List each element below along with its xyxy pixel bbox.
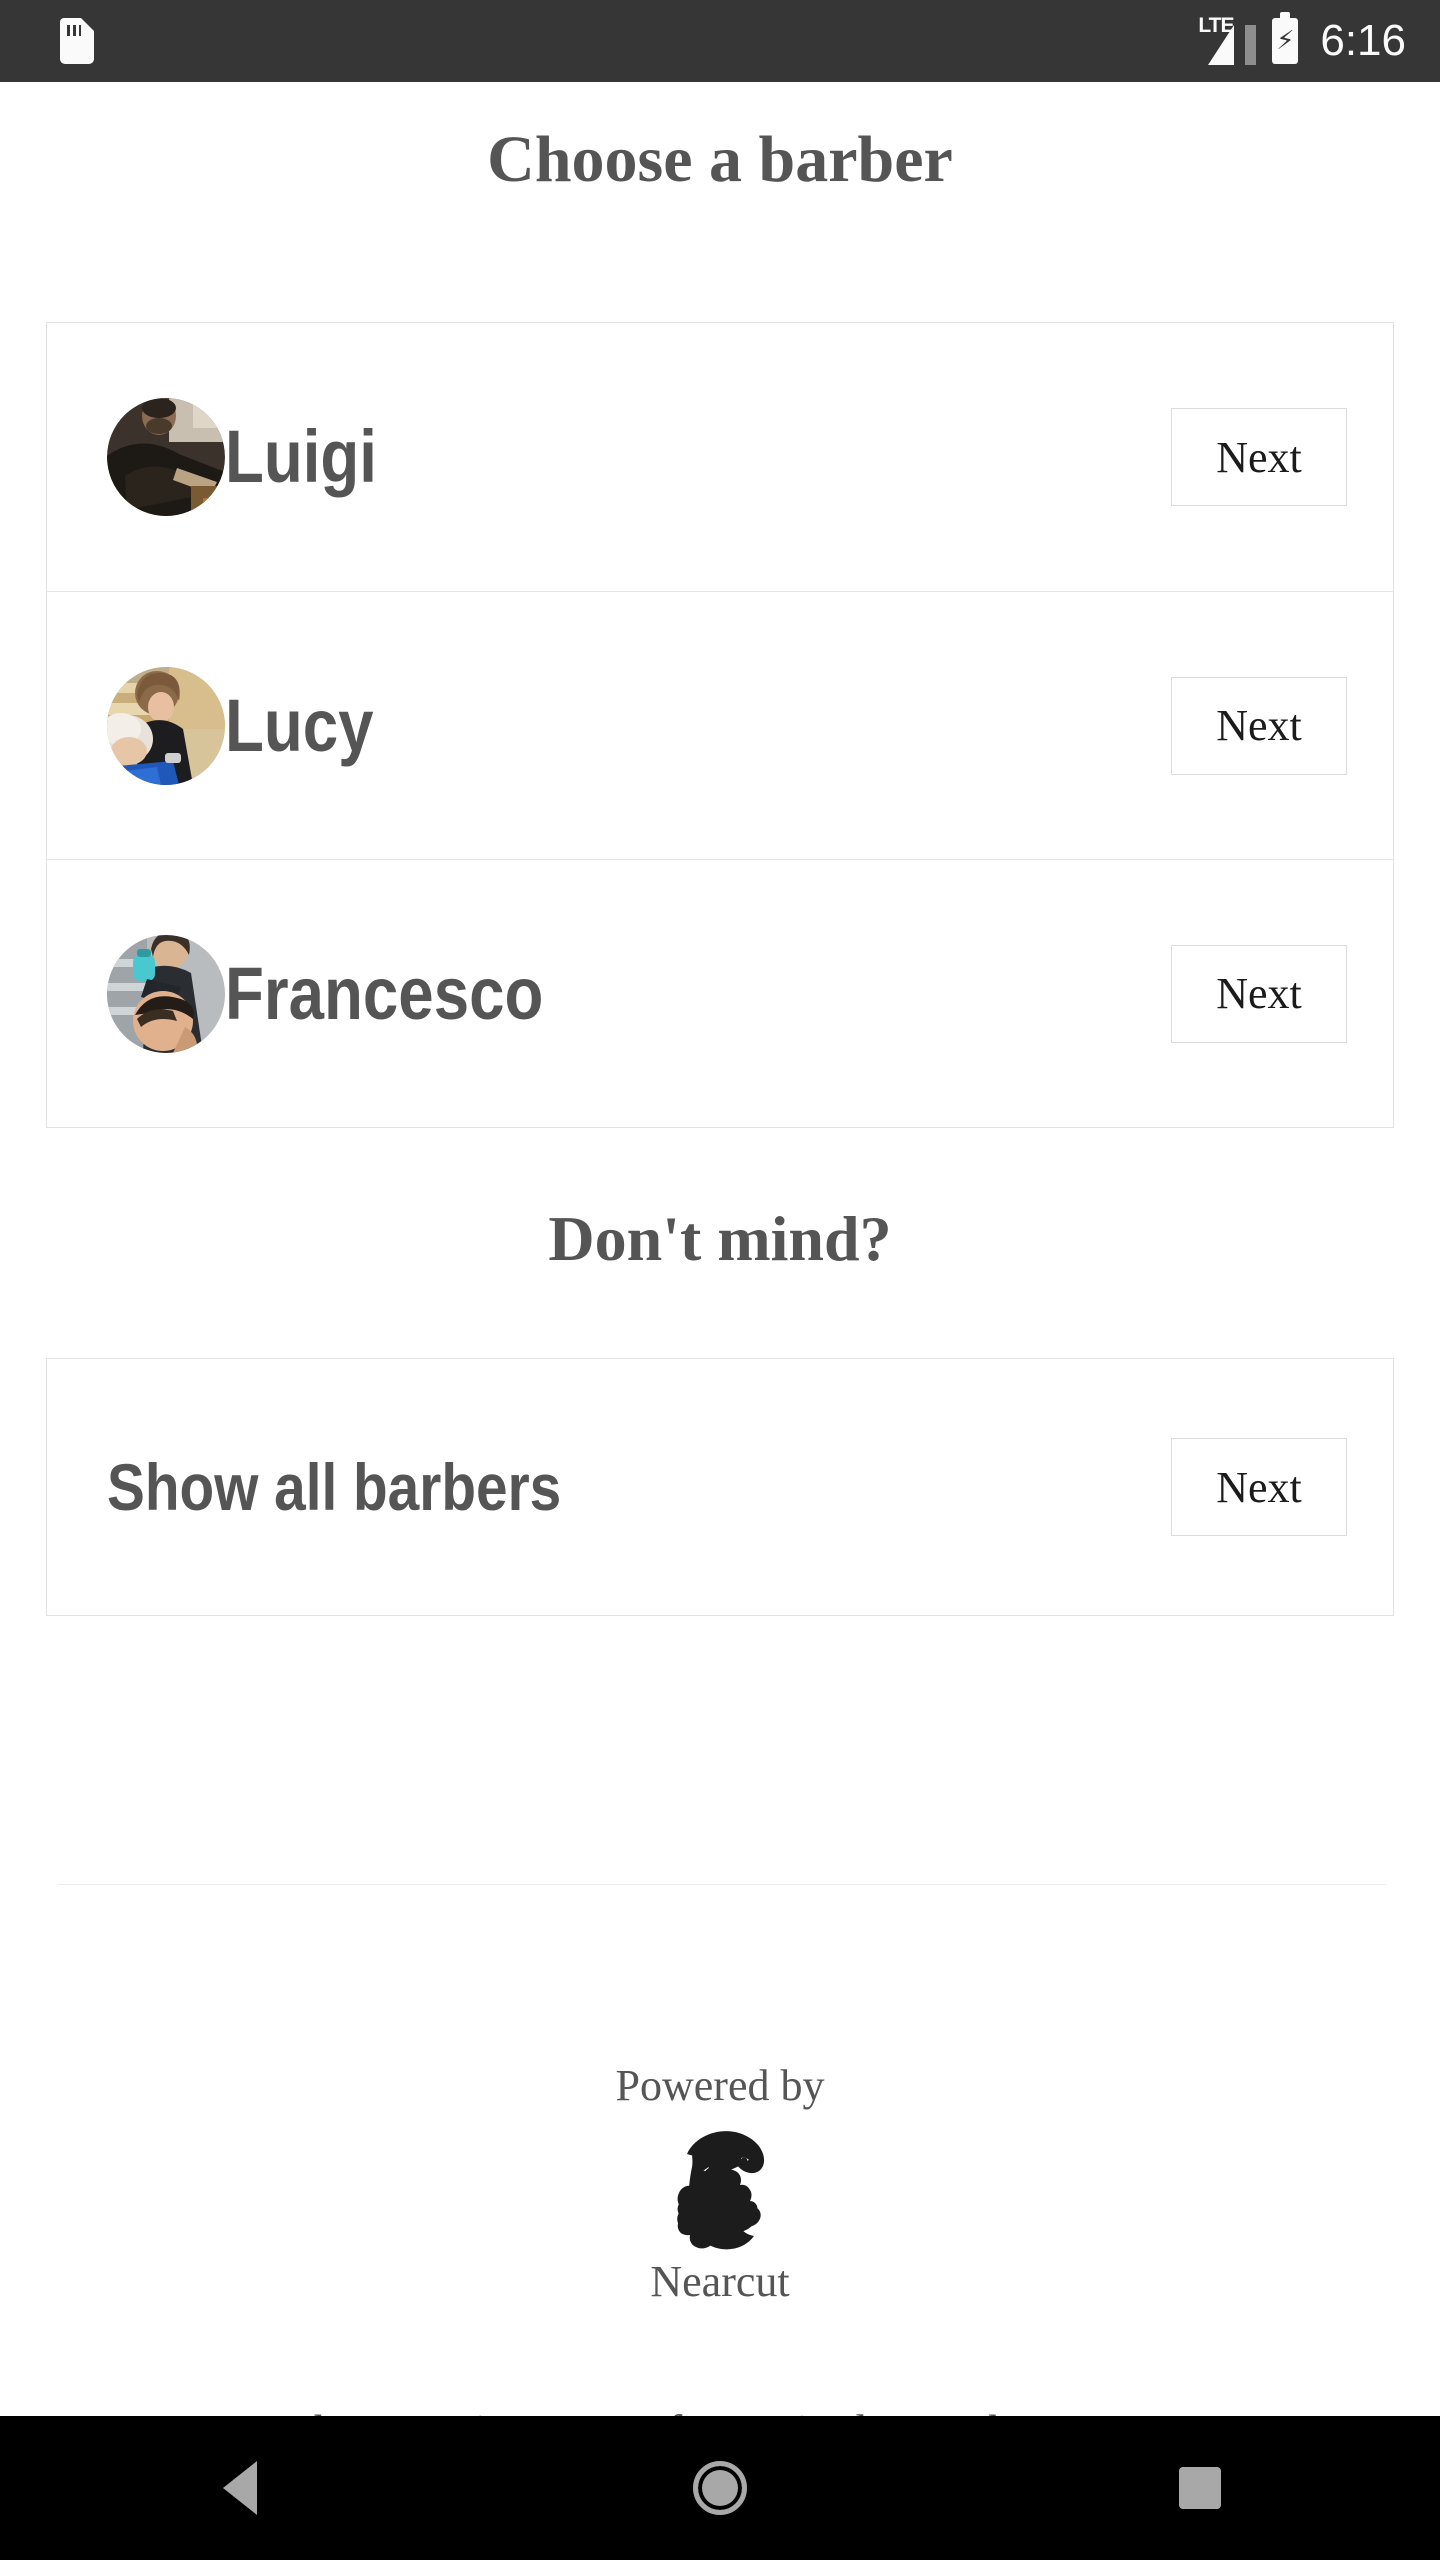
app-root: LTE ⚡ 6:16 Choose a barber Luigi Next Lu… (0, 0, 1440, 2560)
barber-row-luigi[interactable]: Luigi Next (47, 323, 1393, 591)
barber-row-lucy[interactable]: Lucy Next (47, 591, 1393, 859)
barber-name-luigi: Luigi (225, 415, 377, 498)
lte-signal-icon: LTE (1198, 15, 1257, 65)
footer: Powered by Nearcut (0, 2061, 1440, 2307)
next-button-show-all[interactable]: Next (1171, 1438, 1347, 1536)
barber-list-card: Luigi Next Lucy Next Francesco Next (46, 322, 1394, 1128)
page-content: Choose a barber Luigi Next Lucy Next Fra… (0, 82, 1440, 2456)
dont-mind-subtitle: Don't mind? (548, 1203, 892, 1274)
charging-bolt-icon: ⚡ (1276, 26, 1295, 56)
next-button-luigi[interactable]: Next (1171, 408, 1347, 506)
status-bar-left (60, 18, 94, 64)
page-title: Choose a barber (487, 123, 953, 196)
nearcut-brand-name: Nearcut (650, 2257, 790, 2307)
barber-avatar-francesco (107, 934, 225, 1053)
barber-name-lucy: Lucy (225, 683, 374, 767)
show-all-barbers-row[interactable]: Show all barbers Next (47, 1359, 1393, 1615)
next-button-francesco[interactable]: Next (1171, 944, 1347, 1043)
signal-bar-dim (1245, 25, 1257, 65)
sd-card-icon (60, 18, 94, 64)
show-all-barbers-label: Show all barbers (107, 1450, 562, 1524)
nav-home-button[interactable] (630, 2416, 810, 2560)
barber-avatar-luigi (107, 398, 225, 516)
bearded-man-profile-logo-icon (645, 2124, 795, 2252)
home-circle-icon (693, 2461, 747, 2515)
status-bar-clock: 6:16 (1320, 16, 1406, 65)
barber-avatar-lucy (107, 666, 225, 785)
barber-row-francesco[interactable]: Francesco Next (47, 859, 1393, 1127)
android-navigation-bar (0, 2416, 1440, 2560)
signal-bar-full (1208, 25, 1235, 65)
nav-recents-button[interactable] (1110, 2416, 1290, 2560)
show-all-barbers-card: Show all barbers Next (46, 1358, 1394, 1616)
powered-by-label: Powered by (615, 2061, 825, 2110)
status-bar: LTE ⚡ 6:16 (0, 0, 1440, 82)
footer-divider (58, 1884, 1386, 1885)
back-triangle-icon (223, 2461, 257, 2515)
next-button-lucy[interactable]: Next (1171, 676, 1347, 775)
battery-charging-icon: ⚡ (1272, 12, 1299, 64)
status-bar-right: LTE ⚡ 6:16 (1198, 12, 1406, 66)
nav-back-button[interactable] (150, 2416, 330, 2560)
barber-name-francesco: Francesco (225, 951, 544, 1035)
recents-square-icon (1179, 2467, 1221, 2509)
